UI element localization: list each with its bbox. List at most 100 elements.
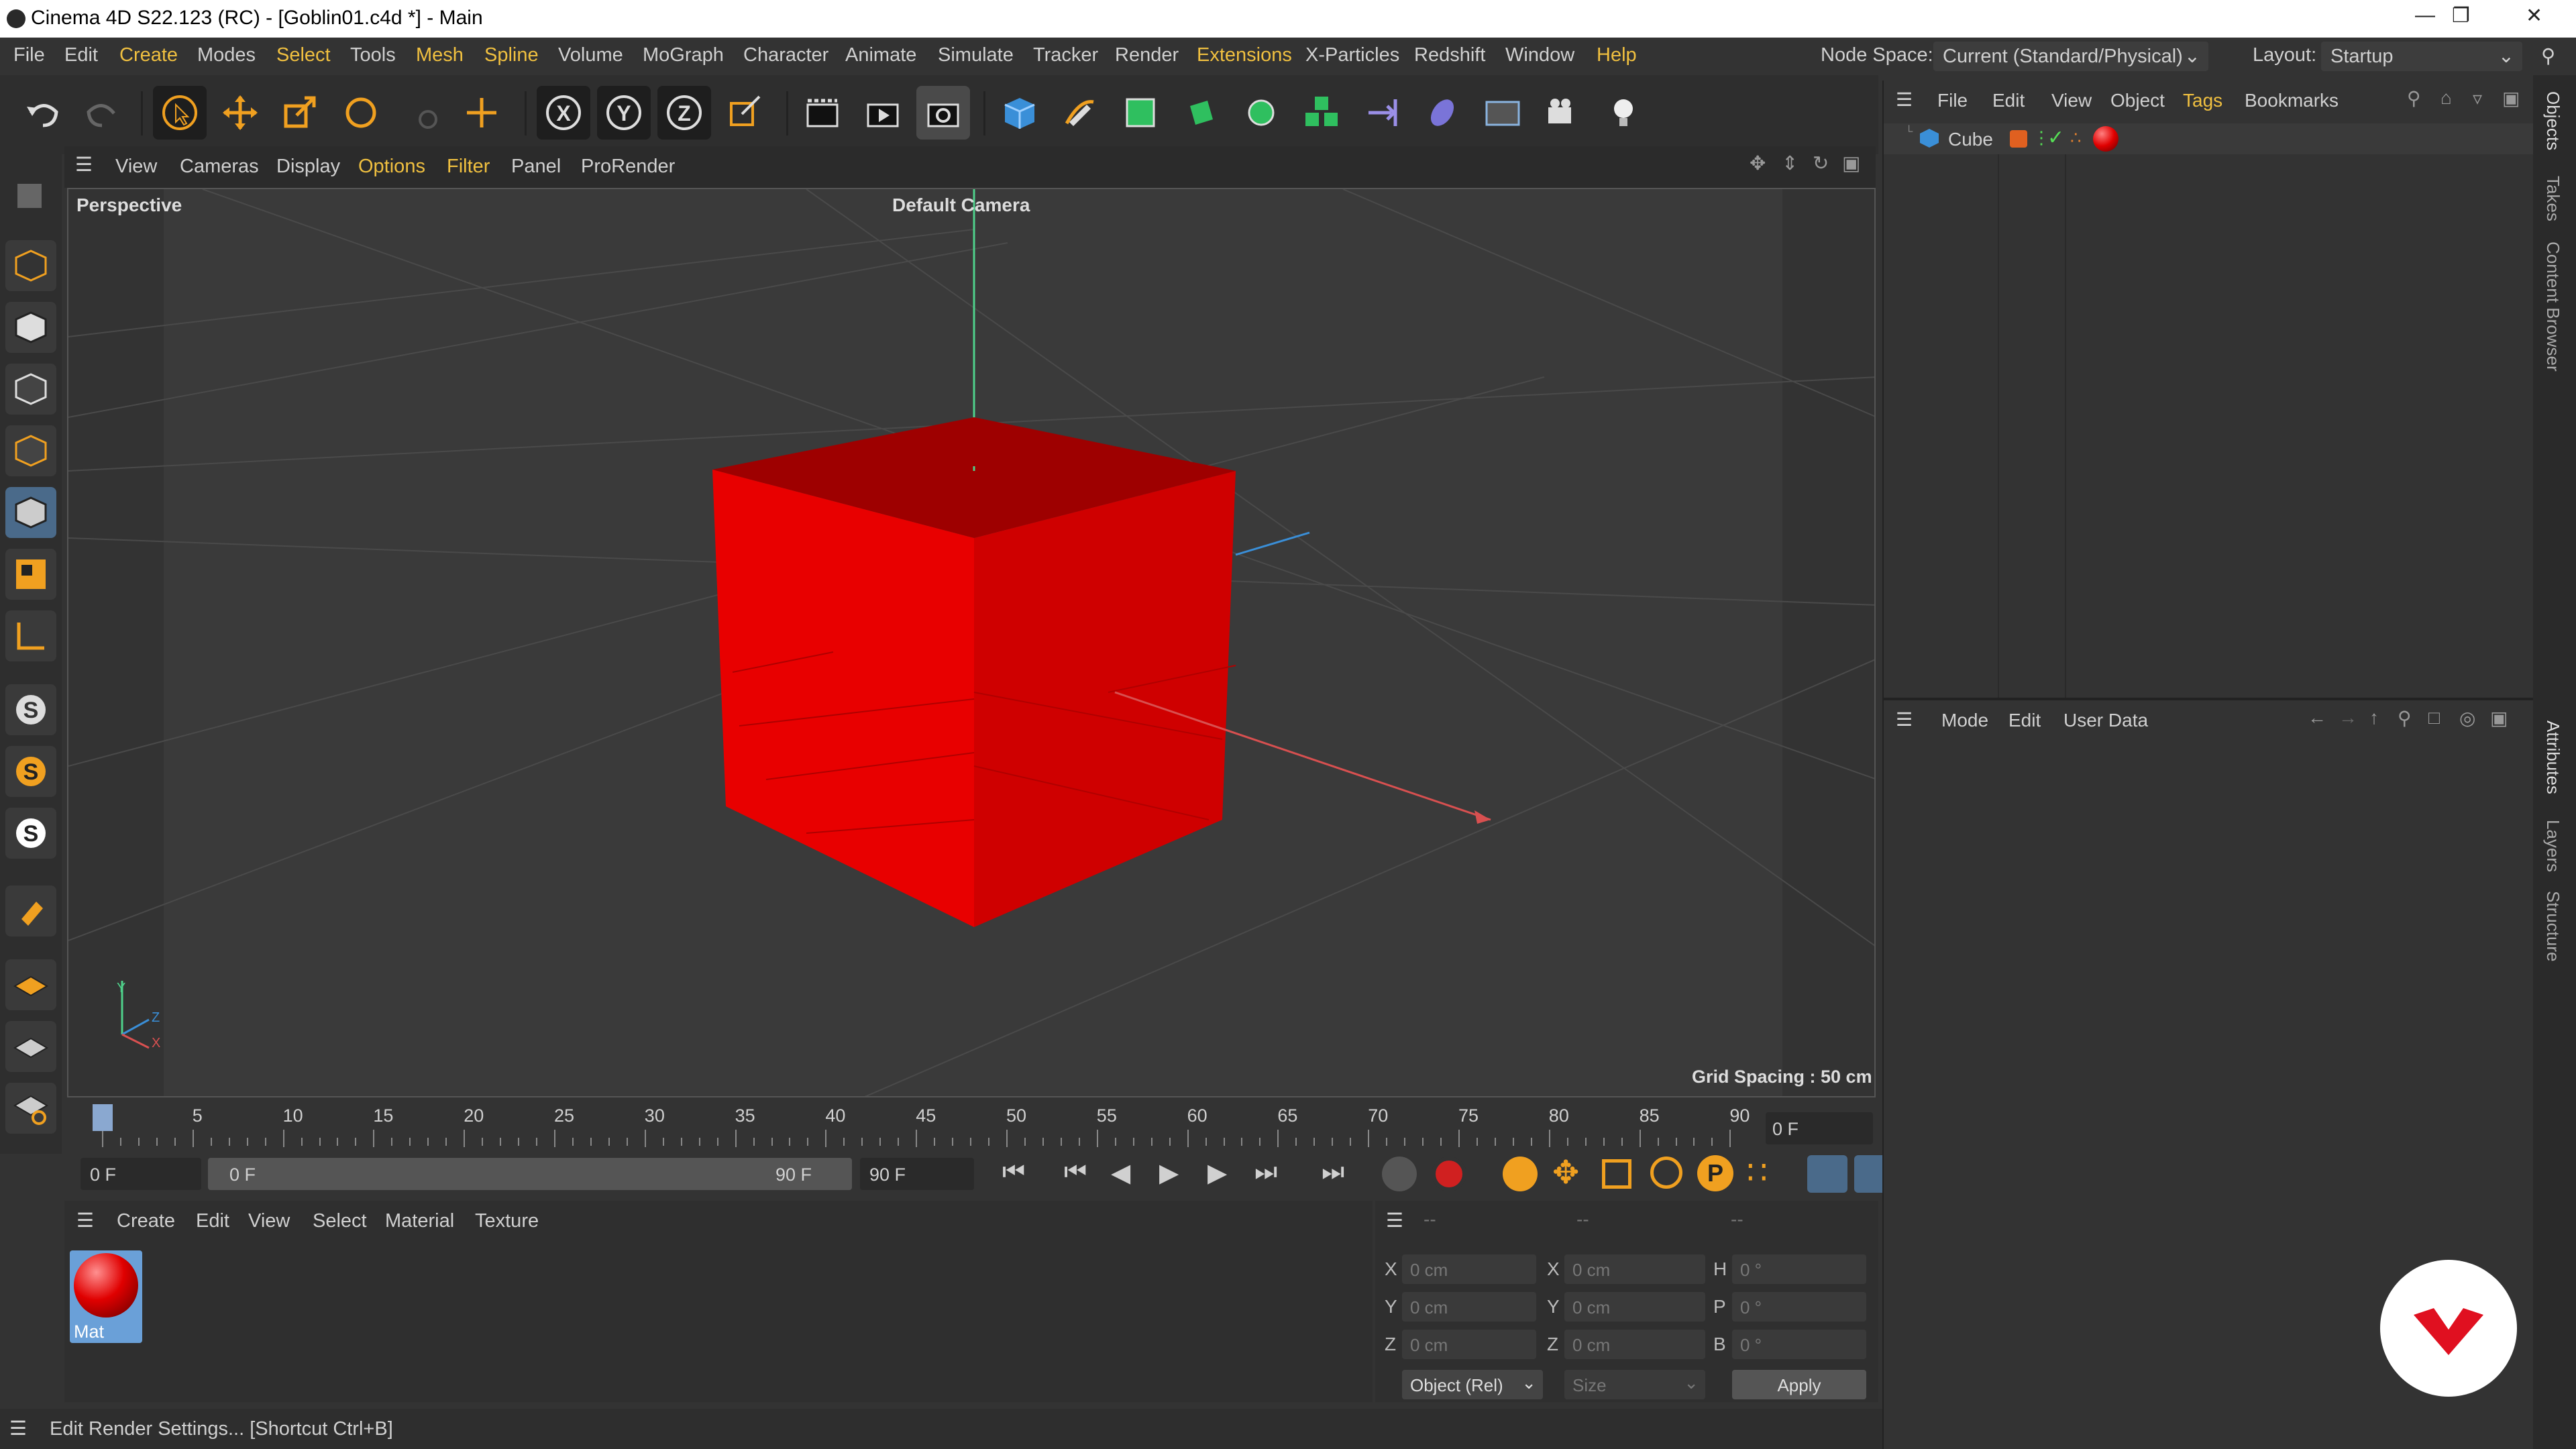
coord-size-x-field[interactable]: 0 cm: [1564, 1254, 1705, 1284]
current-frame-field[interactable]: 0 F: [1766, 1112, 1873, 1144]
previous-frame-icon[interactable]: ◀: [1111, 1158, 1130, 1188]
render-settings-icon[interactable]: [916, 86, 970, 140]
hamburger-icon[interactable]: ☰: [1896, 89, 1913, 111]
material-tag-icon[interactable]: [2093, 126, 2118, 152]
position-key-icon[interactable]: ✥: [1552, 1154, 1579, 1191]
magnet-tool-icon[interactable]: [5, 885, 56, 936]
coord-size-y-field[interactable]: 0 cm: [1564, 1292, 1705, 1322]
attr-menu-mode[interactable]: Mode: [1941, 710, 1988, 731]
attr-menu-user-data[interactable]: User Data: [2063, 710, 2148, 731]
perspective-viewport[interactable]: Perspective Default Camera Y Z X Grid Sp…: [67, 188, 1876, 1097]
layer-color-icon[interactable]: [2010, 130, 2027, 148]
obj-menu-tags[interactable]: Tags: [2183, 90, 2222, 111]
layout-dropdown[interactable]: Startup ⌄: [2321, 42, 2522, 71]
coordinate-system-icon[interactable]: [718, 86, 771, 140]
menu-edit[interactable]: Edit: [64, 44, 98, 66]
vp-menu-display[interactable]: Display: [276, 156, 340, 178]
uvw-tag-icon[interactable]: ∴: [2070, 127, 2082, 148]
hamburger-icon[interactable]: ☰: [1896, 708, 1913, 731]
vp-menu-options[interactable]: Options: [358, 156, 425, 178]
menu-extensions[interactable]: Extensions: [1197, 44, 1292, 66]
solo-mode-icon[interactable]: S: [5, 746, 56, 797]
coord-size-z-field[interactable]: 0 cm: [1564, 1330, 1705, 1359]
cloner-icon[interactable]: [1234, 86, 1288, 140]
pen-tool-icon[interactable]: [1053, 86, 1107, 140]
field-icon[interactable]: [1415, 86, 1469, 140]
cube-object-icon[interactable]: [993, 86, 1046, 140]
scale-key-icon[interactable]: [1602, 1159, 1631, 1189]
menu-tools[interactable]: Tools: [350, 44, 396, 66]
menu-modes[interactable]: Modes: [197, 44, 256, 66]
axis-mode-icon[interactable]: [5, 610, 56, 661]
rotation-key-icon[interactable]: [1650, 1157, 1682, 1189]
mat-menu-select[interactable]: Select: [313, 1210, 367, 1232]
menu-create[interactable]: Create: [119, 44, 178, 66]
polygons-mode-icon[interactable]: [5, 487, 56, 538]
place-tool-icon[interactable]: [455, 86, 508, 140]
autokeying-icon[interactable]: [1432, 1157, 1466, 1191]
hamburger-icon[interactable]: ☰: [9, 1417, 27, 1440]
coord-mode-dropdown[interactable]: Object (Rel) ⌄: [1402, 1370, 1543, 1399]
vp-menu-prorender[interactable]: ProRender: [581, 156, 675, 178]
zoom-view-icon[interactable]: ⇕: [1782, 152, 1798, 175]
mat-menu-view[interactable]: View: [248, 1210, 290, 1232]
menu-render[interactable]: Render: [1115, 44, 1179, 66]
object-name[interactable]: Cube: [1948, 129, 1993, 150]
hamburger-icon[interactable]: ☰: [1386, 1209, 1403, 1232]
live-select-icon[interactable]: [394, 86, 448, 140]
menu-tracker[interactable]: Tracker: [1033, 44, 1098, 66]
rotate-tool-icon[interactable]: [334, 86, 388, 140]
next-frame-icon[interactable]: ▶: [1208, 1158, 1227, 1188]
snap-enable-icon[interactable]: S: [5, 684, 56, 735]
make-editable-icon[interactable]: [5, 168, 56, 219]
pan-view-icon[interactable]: ✥: [1750, 152, 1766, 175]
y-axis-lock-icon[interactable]: Y: [597, 86, 651, 140]
keyframe-selection-icon[interactable]: [1503, 1157, 1538, 1191]
menu-spline[interactable]: Spline: [484, 44, 539, 66]
menu-redshift[interactable]: Redshift: [1414, 44, 1485, 66]
node-space-dropdown[interactable]: Current (Standard/Physical) ⌄: [1933, 42, 2208, 71]
workplane-icon[interactable]: [5, 959, 56, 1010]
back-arrow-icon[interactable]: ←: [2308, 707, 2326, 729]
tab-takes[interactable]: Takes: [2542, 176, 2563, 221]
coord-pos-y-field[interactable]: 0 cm: [1402, 1292, 1536, 1322]
minimize-icon[interactable]: —: [2415, 4, 2435, 27]
tab-attributes[interactable]: Attributes: [2542, 720, 2563, 794]
menu-file[interactable]: File: [13, 44, 45, 66]
maximize-icon[interactable]: ❐: [2452, 4, 2470, 28]
home-icon[interactable]: ⌂: [2440, 87, 2452, 109]
light-icon[interactable]: [1597, 86, 1650, 140]
texture-mode-icon[interactable]: [5, 302, 56, 353]
timeline-ruler[interactable]: 051015202530354045505560657075808590 0 F: [67, 1100, 1876, 1154]
new-panel-icon[interactable]: ▣: [2490, 707, 2508, 729]
obj-menu-edit[interactable]: Edit: [1992, 90, 2025, 111]
attr-menu-edit[interactable]: Edit: [2008, 710, 2041, 731]
obj-menu-file[interactable]: File: [1937, 90, 1968, 111]
redo-icon[interactable]: [75, 86, 129, 140]
scale-tool-icon[interactable]: [274, 86, 327, 140]
render-to-picture-viewer-icon[interactable]: [856, 86, 910, 140]
camera-name-label[interactable]: Default Camera: [892, 195, 1030, 216]
solo-hierarchy-icon[interactable]: S: [5, 808, 56, 859]
menu-x-particles[interactable]: X-Particles: [1305, 44, 1399, 66]
coord-rot-b-field[interactable]: 0 °: [1732, 1330, 1866, 1359]
frame-range-slider[interactable]: 0 F 90 F: [208, 1158, 852, 1190]
selection-tool-icon[interactable]: [153, 86, 207, 140]
move-tool-icon[interactable]: [213, 86, 267, 140]
coord-rot-p-field[interactable]: 0 °: [1732, 1292, 1866, 1322]
play-icon[interactable]: ▶: [1159, 1158, 1179, 1188]
record-keys-icon[interactable]: [1382, 1157, 1417, 1191]
mat-menu-texture[interactable]: Texture: [475, 1210, 539, 1232]
target-icon[interactable]: ◎: [2459, 707, 2475, 729]
subdivision-surface-icon[interactable]: [1114, 86, 1167, 140]
menu-animate[interactable]: Animate: [845, 44, 916, 66]
menu-character[interactable]: Character: [743, 44, 828, 66]
mat-menu-edit[interactable]: Edit: [196, 1210, 229, 1232]
forward-arrow-icon[interactable]: →: [2339, 707, 2357, 729]
vp-menu-panel[interactable]: Panel: [511, 156, 561, 178]
vp-menu-cameras[interactable]: Cameras: [180, 156, 259, 178]
menu-mograph[interactable]: MoGraph: [643, 44, 724, 66]
tab-objects[interactable]: Objects: [2542, 91, 2563, 150]
edges-mode-icon[interactable]: [5, 425, 56, 476]
menu-window[interactable]: Window: [1505, 44, 1574, 66]
